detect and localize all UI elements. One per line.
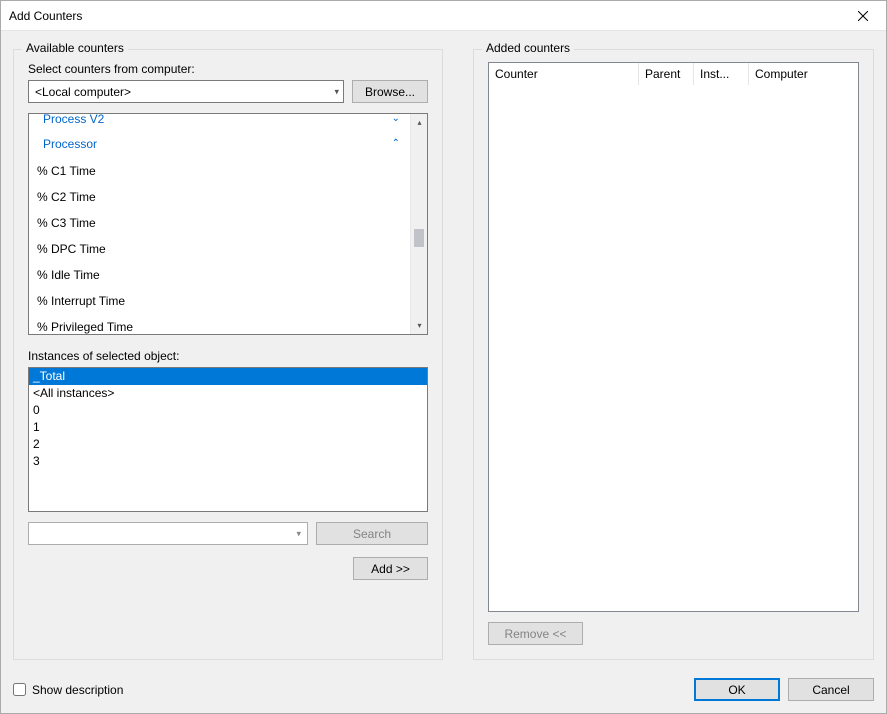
counter-tree[interactable]: Process V2⌄Processor⌃% C1 Time% C2 Time%… bbox=[28, 113, 428, 335]
counter-item[interactable]: % Privileged Time bbox=[29, 314, 410, 334]
computer-row: <Local computer> ▾ Browse... bbox=[28, 80, 428, 103]
chevron-up-icon: ⌃ bbox=[392, 135, 400, 153]
counter-item[interactable]: % Interrupt Time bbox=[29, 288, 410, 314]
counter-item[interactable]: % Idle Time bbox=[29, 262, 410, 288]
search-button[interactable]: Search bbox=[316, 522, 428, 545]
add-button[interactable]: Add >> bbox=[353, 557, 428, 580]
instance-item[interactable]: <All instances> bbox=[29, 385, 427, 402]
column-header[interactable]: Parent bbox=[639, 63, 694, 85]
instance-item[interactable]: 0 bbox=[29, 402, 427, 419]
select-computer-label: Select counters from computer: bbox=[28, 62, 428, 76]
columns: Available counters Select counters from … bbox=[13, 41, 874, 660]
counter-item[interactable]: % DPC Time bbox=[29, 236, 410, 262]
column-header[interactable]: Inst... bbox=[694, 63, 749, 85]
instance-item[interactable]: 2 bbox=[29, 436, 427, 453]
added-group-title: Added counters bbox=[482, 41, 574, 55]
instance-item[interactable]: 1 bbox=[29, 419, 427, 436]
remove-button[interactable]: Remove << bbox=[488, 622, 583, 645]
scroll-down-icon[interactable]: ▾ bbox=[411, 317, 428, 334]
available-group-title: Available counters bbox=[22, 41, 128, 55]
available-column: Available counters Select counters from … bbox=[13, 41, 443, 660]
instance-item[interactable]: _Total bbox=[29, 368, 427, 385]
search-combo[interactable]: ▾ bbox=[28, 522, 308, 545]
added-counters-group: Added counters CounterParentInst...Compu… bbox=[473, 49, 874, 660]
footer: Show description OK Cancel bbox=[13, 660, 874, 701]
added-column: Added counters CounterParentInst...Compu… bbox=[473, 41, 874, 660]
chevron-down-icon: ▾ bbox=[334, 86, 339, 97]
show-description-row[interactable]: Show description bbox=[13, 683, 123, 697]
computer-combo[interactable]: <Local computer> ▾ bbox=[28, 80, 344, 103]
show-description-checkbox[interactable] bbox=[13, 683, 26, 696]
column-header[interactable]: Counter bbox=[489, 63, 639, 85]
add-counters-dialog: Add Counters Available counters Select c… bbox=[0, 0, 887, 714]
search-row: ▾ Search bbox=[28, 522, 428, 545]
remove-row: Remove << bbox=[488, 622, 859, 645]
column-header[interactable]: Computer bbox=[749, 63, 858, 85]
add-row: Add >> bbox=[28, 557, 428, 580]
cancel-button[interactable]: Cancel bbox=[788, 678, 874, 701]
close-icon bbox=[858, 11, 868, 21]
counter-scrollbar[interactable]: ▴ ▾ bbox=[410, 114, 427, 334]
dialog-body: Available counters Select counters from … bbox=[1, 31, 886, 713]
counter-tree-list: Process V2⌄Processor⌃% C1 Time% C2 Time%… bbox=[29, 114, 410, 334]
titlebar: Add Counters bbox=[1, 1, 886, 31]
show-description-label: Show description bbox=[32, 683, 123, 697]
close-button[interactable] bbox=[840, 1, 886, 31]
instances-label: Instances of selected object: bbox=[28, 349, 428, 363]
counter-item[interactable]: % C1 Time bbox=[29, 158, 410, 184]
counter-item[interactable]: % C2 Time bbox=[29, 184, 410, 210]
window-title: Add Counters bbox=[9, 9, 82, 23]
browse-button[interactable]: Browse... bbox=[352, 80, 428, 103]
chevron-down-icon: ▾ bbox=[296, 528, 301, 539]
tree-group-item[interactable]: Process V2⌄ bbox=[29, 114, 410, 130]
scroll-up-icon[interactable]: ▴ bbox=[411, 114, 428, 131]
chevron-down-icon: ⌄ bbox=[392, 114, 400, 128]
added-table-header: CounterParentInst...Computer bbox=[489, 63, 858, 85]
added-table[interactable]: CounterParentInst...Computer bbox=[488, 62, 859, 612]
tree-group-item[interactable]: Processor⌃ bbox=[29, 130, 410, 158]
instances-listbox[interactable]: _Total<All instances>0123 bbox=[28, 367, 428, 512]
scroll-thumb[interactable] bbox=[414, 229, 424, 247]
available-counters-group: Available counters Select counters from … bbox=[13, 49, 443, 660]
instance-item[interactable]: 3 bbox=[29, 453, 427, 470]
counter-item[interactable]: % C3 Time bbox=[29, 210, 410, 236]
ok-button[interactable]: OK bbox=[694, 678, 780, 701]
computer-combo-value: <Local computer> bbox=[35, 85, 131, 99]
footer-buttons: OK Cancel bbox=[694, 678, 874, 701]
